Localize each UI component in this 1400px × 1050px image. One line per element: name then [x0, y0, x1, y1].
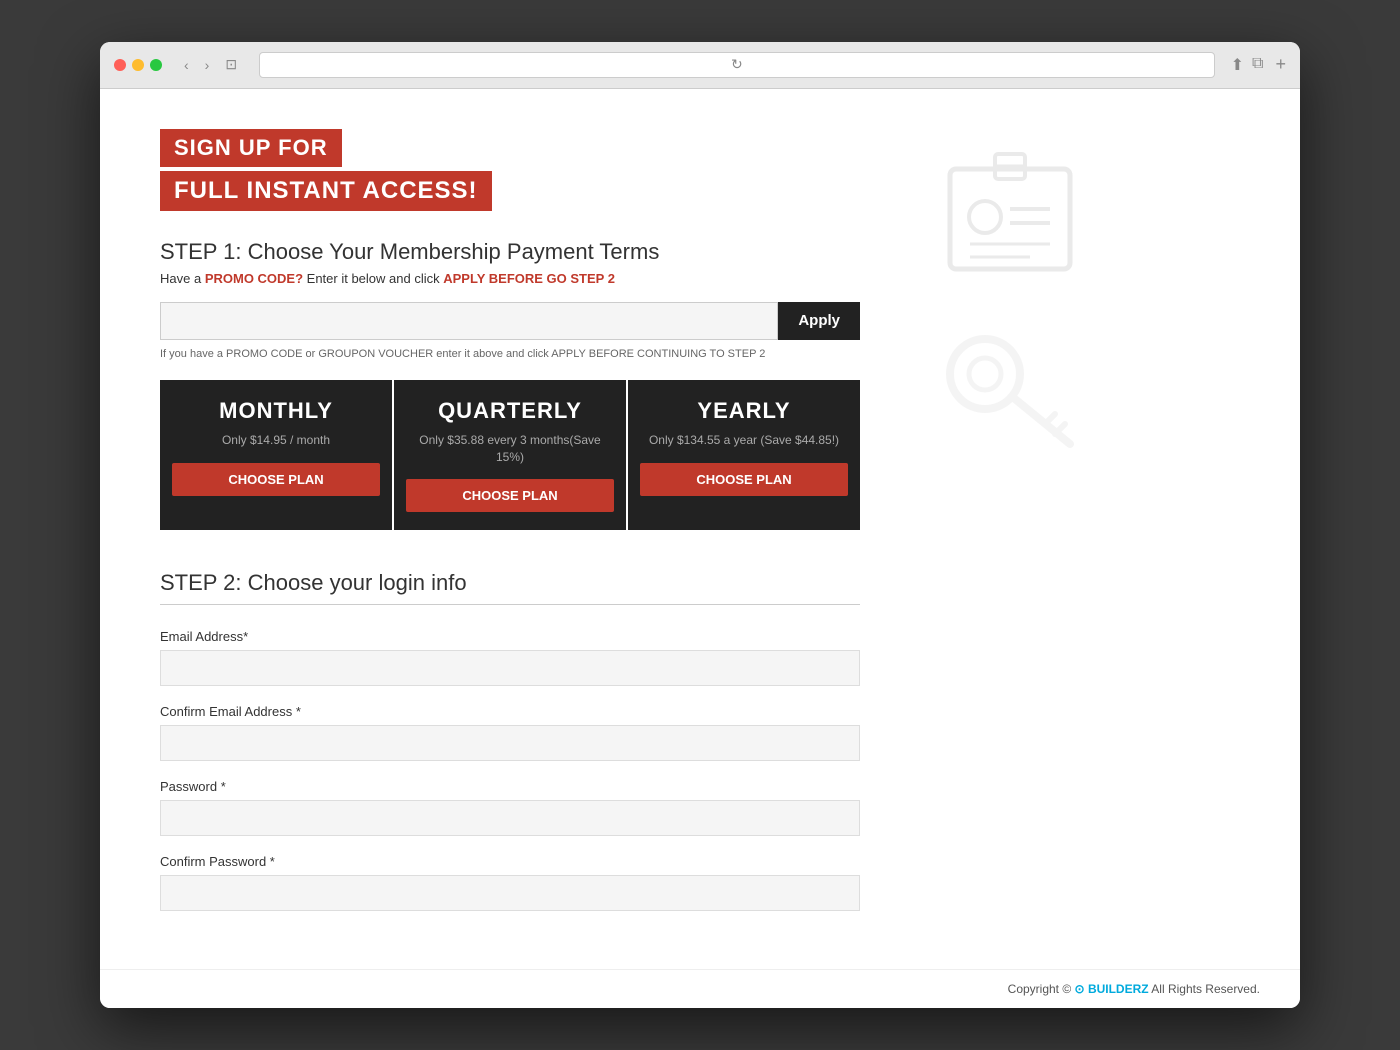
- header-line1-text: SIGN UP FOR: [174, 135, 328, 160]
- promo-input-row: Apply: [160, 302, 860, 340]
- promo-hint-pre: Have a: [160, 271, 205, 286]
- promo-code-input[interactable]: [160, 302, 778, 340]
- confirm-password-label: Confirm Password *: [160, 854, 860, 869]
- refresh-icon: ↻: [731, 56, 743, 73]
- footer-copyright: Copyright ©: [1008, 982, 1072, 996]
- plan-yearly-name: YEARLY: [640, 398, 848, 424]
- password-group: Password *: [160, 779, 860, 836]
- nav-buttons: ‹ › ⊡: [178, 54, 243, 75]
- browser-chrome: ‹ › ⊡ ↻ ⬆ ⧉ +: [100, 42, 1300, 89]
- confirm-password-group: Confirm Password *: [160, 854, 860, 911]
- choose-yearly-button[interactable]: Choose Plan: [640, 463, 848, 496]
- header-line2-text: FULL INSTANT ACCESS!: [174, 177, 478, 204]
- footer-brand: ⊙ BUILDERZ: [1075, 982, 1149, 996]
- confirm-email-label: Confirm Email Address *: [160, 704, 860, 719]
- new-tab-button[interactable]: +: [1275, 54, 1286, 75]
- promo-code-label: PROMO CODE?: [205, 271, 303, 286]
- step1-title: STEP 1: Choose Your Membership Payment T…: [160, 239, 860, 265]
- footer-rights: All Rights Reserved.: [1151, 982, 1260, 996]
- address-bar[interactable]: ↻: [259, 52, 1215, 78]
- side-column: [900, 129, 1120, 930]
- bookmark-icon[interactable]: ⧉: [1252, 55, 1263, 75]
- plan-monthly-price: Only $14.95 / month: [172, 432, 380, 449]
- confirm-email-input[interactable]: [160, 725, 860, 761]
- header-line1: SIGN UP FOR: [160, 129, 342, 167]
- plan-quarterly-name: QUARTERLY: [406, 398, 614, 424]
- confirm-email-group: Confirm Email Address *: [160, 704, 860, 761]
- share-icon[interactable]: ⬆: [1231, 55, 1244, 75]
- page-footer: Copyright © ⊙ BUILDERZ All Rights Reserv…: [100, 969, 1300, 1008]
- traffic-lights: [114, 59, 162, 71]
- apply-before-label: APPLY BEFORE GO STEP 2: [443, 271, 615, 286]
- password-label: Password *: [160, 779, 860, 794]
- email-group: Email Address*: [160, 629, 860, 686]
- signup-header: SIGN UP FOR FULL INSTANT ACCESS!: [160, 129, 860, 211]
- plan-yearly: YEARLY Only $134.55 a year (Save $44.85!…: [628, 380, 860, 531]
- choose-quarterly-button[interactable]: Choose Plan: [406, 479, 614, 512]
- browser-window: ‹ › ⊡ ↻ ⬆ ⧉ + SIGN UP FOR FULL INSTANT A…: [100, 42, 1300, 1009]
- browser-actions: ⬆ ⧉: [1231, 55, 1264, 75]
- page-content: SIGN UP FOR FULL INSTANT ACCESS! STEP 1:…: [100, 89, 1300, 970]
- apply-button[interactable]: Apply: [778, 302, 860, 340]
- plan-yearly-price: Only $134.55 a year (Save $44.85!): [640, 432, 848, 449]
- promo-hint: Have a PROMO CODE? Enter it below and cl…: [160, 271, 860, 286]
- key-icon: [930, 319, 1090, 459]
- forward-button[interactable]: ›: [199, 54, 216, 75]
- plan-quarterly-price: Only $35.88 every 3 months(Save 15%): [406, 432, 614, 466]
- password-input[interactable]: [160, 800, 860, 836]
- main-column: SIGN UP FOR FULL INSTANT ACCESS! STEP 1:…: [160, 129, 860, 930]
- step2-title: STEP 2: Choose your login info: [160, 570, 860, 605]
- plans-row: MONTHLY Only $14.95 / month Choose Plan …: [160, 380, 860, 531]
- plan-quarterly: QUARTERLY Only $35.88 every 3 months(Sav…: [394, 380, 626, 531]
- choose-monthly-button[interactable]: Choose Plan: [172, 463, 380, 496]
- close-button[interactable]: [114, 59, 126, 71]
- tab-view-button[interactable]: ⊡: [219, 54, 243, 75]
- email-label: Email Address*: [160, 629, 860, 644]
- back-button[interactable]: ‹: [178, 54, 195, 75]
- promo-note: If you have a PROMO CODE or GROUPON VOUC…: [160, 348, 860, 360]
- plan-monthly: MONTHLY Only $14.95 / month Choose Plan: [160, 380, 392, 531]
- promo-hint-mid: Enter it below and click: [303, 271, 443, 286]
- confirm-password-input[interactable]: [160, 875, 860, 911]
- id-card-icon: [930, 149, 1090, 289]
- minimize-button[interactable]: [132, 59, 144, 71]
- maximize-button[interactable]: [150, 59, 162, 71]
- plan-monthly-name: MONTHLY: [172, 398, 380, 424]
- email-input[interactable]: [160, 650, 860, 686]
- header-line2: FULL INSTANT ACCESS!: [160, 171, 492, 211]
